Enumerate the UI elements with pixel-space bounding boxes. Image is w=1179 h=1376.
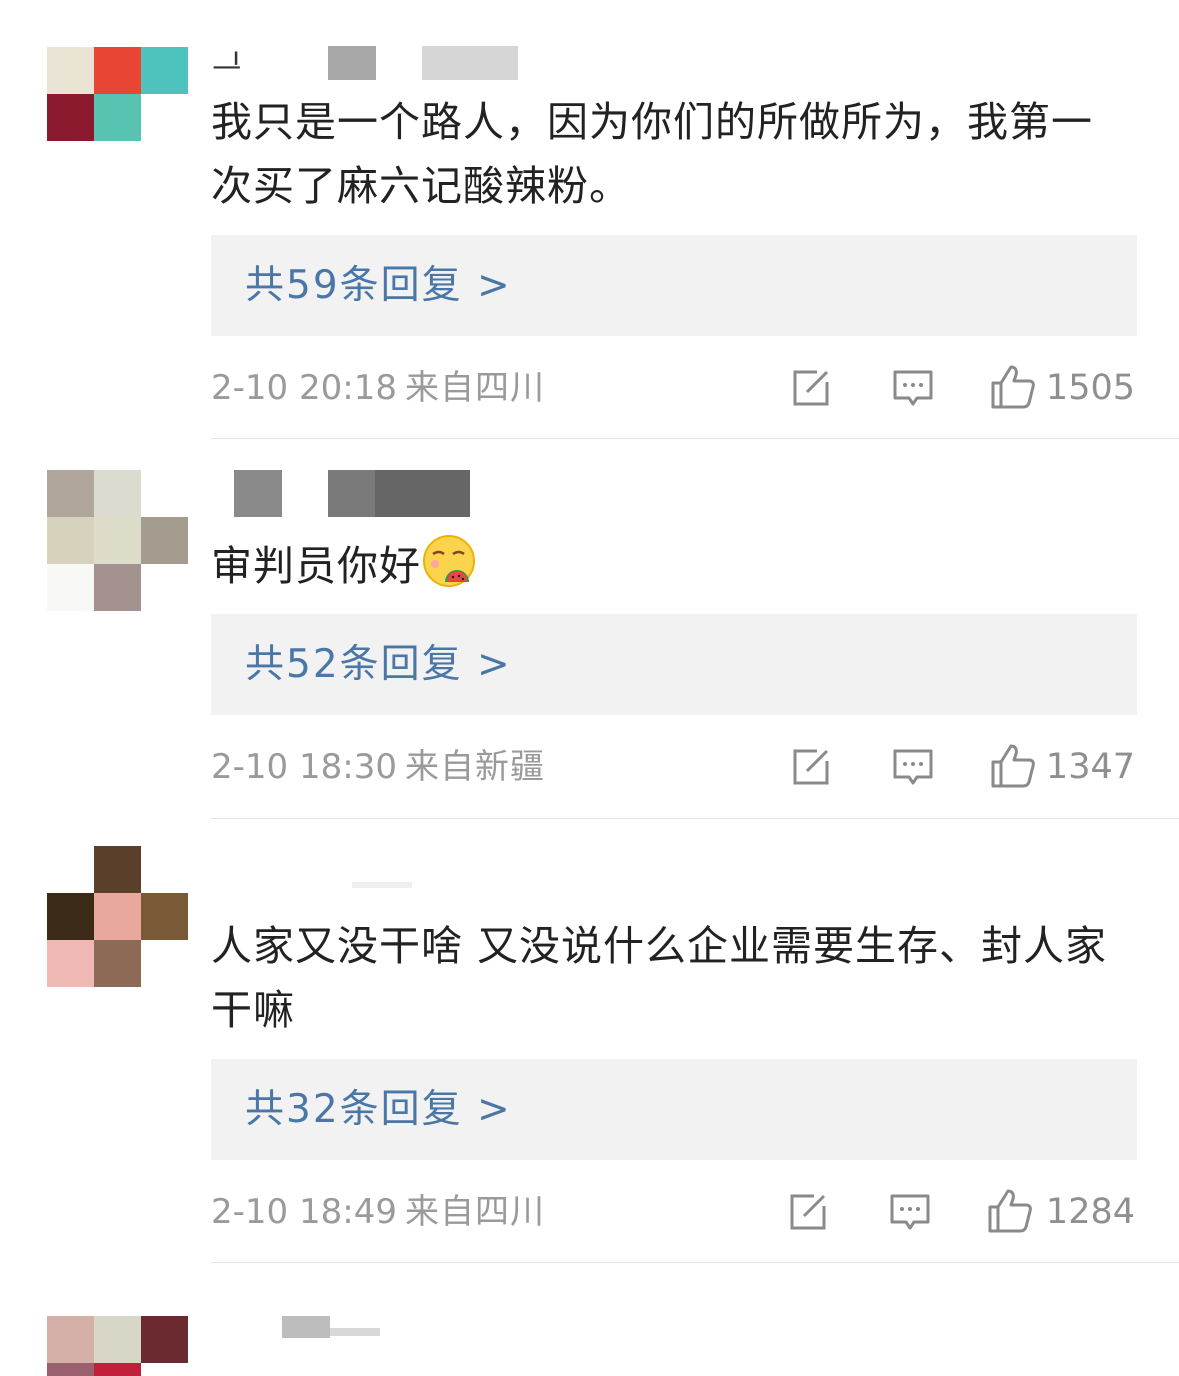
thumbs-up-icon[interactable] [986,1187,1034,1235]
comment-text: 审判员你好 [211,534,1131,598]
username-fragment: ᆜ [212,48,242,86]
username[interactable] [212,860,412,894]
comment-meta: 2-10 18:30 来自新疆 1347 [211,742,1137,792]
comment-item: ᆜ 我只是一个路人，因为你们的所做所为，我第一次买了麻六记酸辣粉。 共59条回复… [0,0,1179,440]
like-count: 1284 [1045,1192,1135,1232]
divider [211,1262,1179,1263]
divider [211,438,1179,439]
comment-time: 2-10 20:18 [211,368,397,408]
username[interactable]: ᆜ [212,46,532,86]
comment-time: 2-10 18:30 [211,747,397,787]
reply-box[interactable]: 共59条回复 > [211,235,1137,336]
repost-icon[interactable] [789,745,833,789]
comment-location: 来自四川 [405,1192,545,1232]
comment-text-content: 审判员你好 [211,542,421,590]
username[interactable] [212,1316,412,1350]
thumbs-up-icon[interactable] [989,363,1037,411]
view-replies-link[interactable]: 共32条回复 > [245,1059,512,1160]
view-replies-link[interactable]: 共52条回复 > [245,614,512,715]
avatar[interactable] [47,470,188,611]
comment-item-partial [0,1264,1179,1376]
repost-icon[interactable] [789,366,833,410]
reply-icon[interactable] [891,366,935,410]
like-count: 1347 [1045,747,1135,787]
comment-time: 2-10 18:49 [211,1192,397,1232]
avatar[interactable] [47,47,188,188]
username[interactable] [212,470,472,517]
repost-icon[interactable] [786,1190,830,1234]
view-replies-link[interactable]: 共59条回复 > [245,235,512,336]
reply-icon[interactable] [888,1190,932,1234]
comment-item: 人家又没干啥 又没说什么企业需要生存、封人家干嘛 共32条回复 > 2-10 1… [0,820,1179,1264]
reply-box[interactable]: 共52条回复 > [211,614,1137,715]
reply-box[interactable]: 共32条回复 > [211,1059,1137,1160]
comment-meta: 2-10 20:18 来自四川 1505 [211,363,1137,413]
savoring-watermelon-emoji [423,535,475,587]
divider [211,818,1179,819]
comment-location: 来自新疆 [405,747,545,787]
comment-meta: 2-10 18:49 来自四川 1284 [211,1187,1137,1237]
comment-item: 审判员你好 共52条回复 > 2-10 18:30 来自新疆 1347 [0,440,1179,820]
like-count: 1505 [1045,368,1135,408]
comment-text: 人家又没干啥 又没说什么企业需要生存、封人家干嘛 [211,922,1108,1034]
reply-icon[interactable] [891,745,935,789]
avatar[interactable] [47,846,188,987]
avatar[interactable] [47,1316,188,1376]
comment-text: 我只是一个路人，因为你们的所做所为，我第一次买了麻六记酸辣粉。 [211,98,1093,210]
thumbs-up-icon[interactable] [989,742,1037,790]
comment-location: 来自四川 [405,368,545,408]
